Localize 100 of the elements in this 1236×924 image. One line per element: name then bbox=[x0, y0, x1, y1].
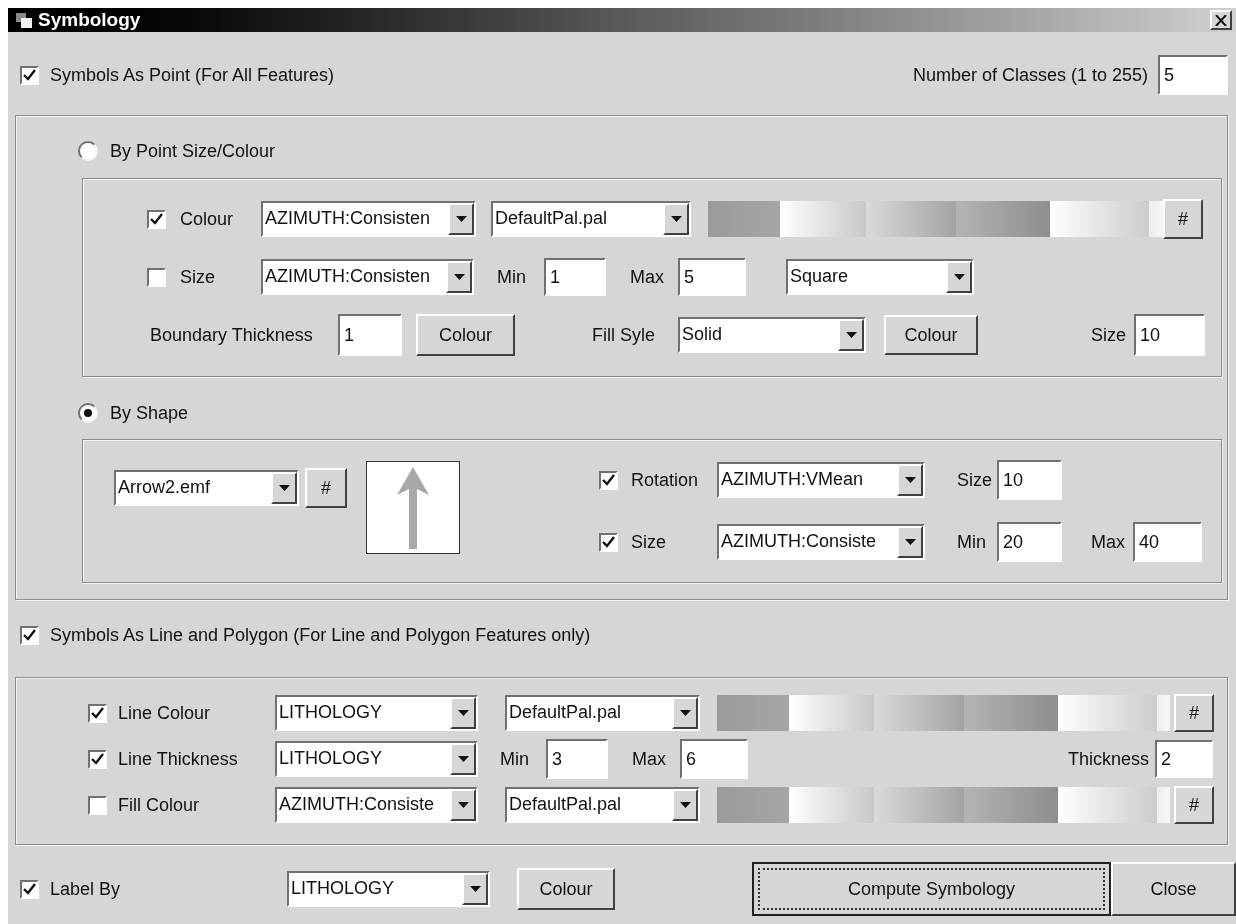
label: Size bbox=[180, 265, 216, 289]
checkbox[interactable] bbox=[88, 703, 107, 723]
caret-icon bbox=[679, 802, 691, 808]
check-icon bbox=[602, 474, 615, 486]
check-icon bbox=[91, 707, 104, 719]
caret-icon bbox=[904, 477, 916, 483]
dropdown[interactable]: LITHOLOGY bbox=[275, 695, 478, 731]
label: By Point Size/Colour bbox=[110, 139, 276, 163]
label: Number of Classes (1 to 255) bbox=[912, 63, 1148, 87]
dropdown[interactable]: DefaultPal.pal bbox=[491, 201, 691, 237]
text-field[interactable]: 5 bbox=[1158, 55, 1228, 95]
colour-button[interactable]: Colour bbox=[884, 315, 978, 355]
dropdown[interactable]: LITHOLOGY bbox=[287, 871, 490, 907]
checkbox[interactable] bbox=[88, 749, 107, 769]
caret-icon bbox=[679, 710, 691, 716]
dropdown[interactable]: Solid bbox=[678, 317, 866, 353]
label: Rotation bbox=[631, 468, 700, 492]
palette-button[interactable]: # bbox=[1163, 199, 1203, 239]
label: Line Thickness bbox=[118, 747, 239, 771]
dropdown[interactable]: AZIMUTH:Consiste bbox=[717, 524, 925, 560]
checkbox[interactable] bbox=[147, 209, 166, 229]
colour-button[interactable]: Colour bbox=[517, 868, 615, 910]
dropdown-arrow-button[interactable] bbox=[448, 203, 474, 235]
radio-button[interactable] bbox=[78, 403, 98, 423]
text-field[interactable]: 10 bbox=[997, 460, 1062, 500]
label: Size bbox=[1091, 323, 1126, 347]
label: Symbols As Point (For All Features) bbox=[50, 63, 335, 87]
symbol-button[interactable]: # bbox=[305, 468, 347, 508]
dropdown-arrow-button[interactable] bbox=[838, 319, 864, 351]
check-icon bbox=[23, 883, 36, 895]
label: Min bbox=[957, 530, 987, 554]
text-field[interactable]: 6 bbox=[680, 739, 748, 779]
label: Max bbox=[630, 265, 665, 289]
label: By Shape bbox=[110, 401, 189, 425]
text-field[interactable]: 2 bbox=[1155, 740, 1213, 778]
palette-button[interactable]: # bbox=[1174, 694, 1214, 732]
dropdown-arrow-button[interactable] bbox=[672, 789, 698, 821]
label: Size bbox=[957, 468, 993, 492]
dropdown[interactable]: LITHOLOGY bbox=[275, 741, 478, 777]
dropdown-arrow-button[interactable] bbox=[946, 261, 972, 293]
label: Min bbox=[500, 747, 530, 771]
dropdown[interactable]: DefaultPal.pal bbox=[505, 787, 700, 823]
dropdown[interactable]: AZIMUTH:Consiste bbox=[275, 787, 478, 823]
caret-icon bbox=[457, 756, 469, 762]
text-field[interactable]: 20 bbox=[997, 522, 1062, 562]
colour-button[interactable]: Colour bbox=[416, 314, 515, 356]
caret-icon bbox=[845, 332, 857, 338]
dropdown-arrow-button[interactable] bbox=[450, 697, 476, 729]
caret-icon bbox=[455, 216, 467, 222]
label: Max bbox=[1091, 530, 1126, 554]
label: Line Colour bbox=[118, 701, 212, 725]
text-field[interactable]: 5 bbox=[678, 258, 746, 296]
checkbox[interactable] bbox=[147, 267, 166, 287]
label: Boundary Thickness bbox=[150, 323, 314, 347]
label: Size bbox=[631, 530, 667, 554]
dropdown-arrow-button[interactable] bbox=[897, 464, 923, 496]
caret-icon bbox=[953, 274, 965, 280]
checkbox[interactable] bbox=[88, 795, 107, 815]
text-field[interactable]: 40 bbox=[1133, 522, 1202, 562]
text-field[interactable]: 3 bbox=[546, 739, 608, 779]
close-icon bbox=[1215, 14, 1227, 26]
dropdown[interactable]: Square bbox=[786, 259, 974, 295]
window-icon bbox=[16, 12, 32, 28]
dropdown-arrow-button[interactable] bbox=[897, 526, 923, 558]
window-title: Symbology bbox=[38, 7, 141, 32]
checkbox[interactable] bbox=[20, 879, 39, 899]
dropdown[interactable]: DefaultPal.pal bbox=[505, 695, 700, 731]
dropdown[interactable]: AZIMUTH:VMean bbox=[717, 462, 925, 498]
check-icon bbox=[23, 629, 36, 641]
caret-icon bbox=[453, 274, 465, 280]
palette-button[interactable]: # bbox=[1174, 786, 1214, 824]
dialog-button[interactable]: Close bbox=[1111, 862, 1236, 916]
dialog-button[interactable]: Compute Symbology bbox=[752, 862, 1111, 916]
dropdown-arrow-button[interactable] bbox=[663, 203, 689, 235]
label: Symbols As Line and Polygon (For Line and Polygon Features only) bbox=[50, 623, 591, 647]
dropdown-arrow-button[interactable] bbox=[450, 743, 476, 775]
caret-icon bbox=[457, 802, 469, 808]
dropdown-arrow-button[interactable] bbox=[446, 261, 472, 293]
text-field[interactable]: 1 bbox=[544, 258, 606, 296]
checkbox[interactable] bbox=[20, 65, 39, 85]
checkbox[interactable] bbox=[599, 532, 618, 552]
dropdown[interactable]: AZIMUTH:Consisten bbox=[261, 201, 476, 237]
dropdown-arrow-button[interactable] bbox=[450, 789, 476, 821]
dropdown-arrow-button[interactable] bbox=[462, 873, 488, 905]
caret-icon bbox=[904, 539, 916, 545]
label: Max bbox=[632, 747, 667, 771]
dropdown-arrow-button[interactable] bbox=[271, 472, 297, 504]
dropdown[interactable]: AZIMUTH:Consisten bbox=[261, 259, 474, 295]
close-button[interactable] bbox=[1210, 10, 1232, 30]
text-field[interactable]: 1 bbox=[338, 314, 402, 356]
text-field[interactable]: 10 bbox=[1134, 314, 1205, 356]
checkbox[interactable] bbox=[599, 470, 618, 490]
label: Fill Syle bbox=[592, 323, 656, 347]
dropdown[interactable]: Arrow2.emf bbox=[114, 470, 299, 506]
caret-icon bbox=[457, 710, 469, 716]
dropdown-arrow-button[interactable] bbox=[672, 697, 698, 729]
check-icon bbox=[91, 753, 104, 765]
radio-button[interactable] bbox=[78, 141, 98, 161]
checkbox[interactable] bbox=[20, 625, 39, 645]
check-icon bbox=[23, 69, 36, 81]
